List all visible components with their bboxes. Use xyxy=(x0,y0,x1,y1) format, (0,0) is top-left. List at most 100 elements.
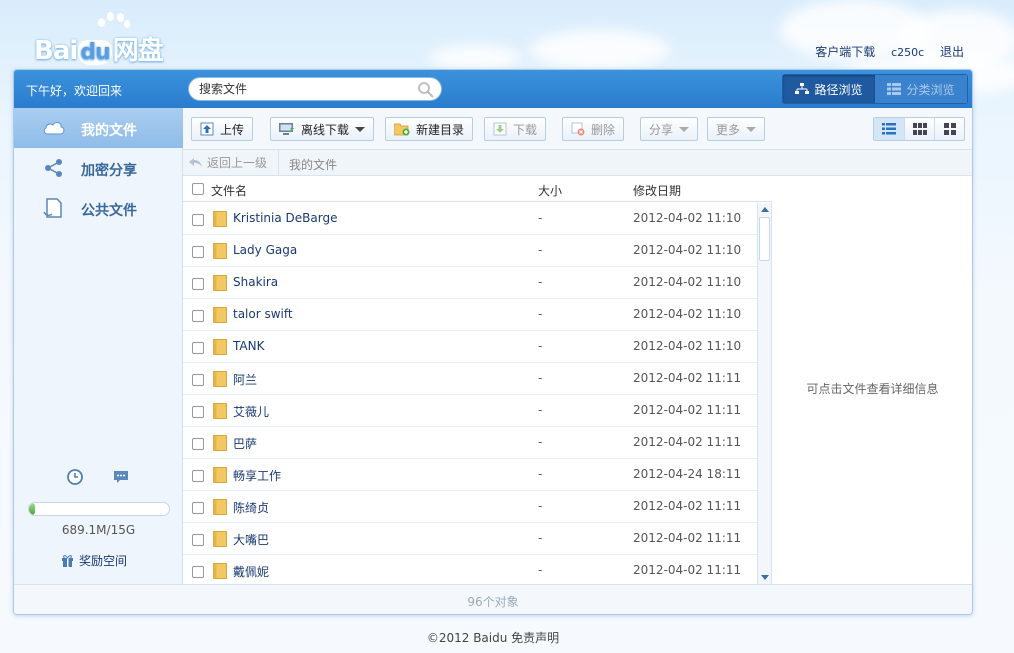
content-area: 上传 离线下载 新建目录 下载 删除 分享 更多 返回上一级 我的文件 文件名 … xyxy=(183,108,972,584)
more-label: 更多 xyxy=(716,122,741,137)
chevron-down-icon xyxy=(679,126,690,132)
folder-icon xyxy=(213,339,227,355)
table-row[interactable]: 戴佩妮 - 2012-04-02 11:11 xyxy=(183,555,757,584)
download-button[interactable]: 下载 xyxy=(484,117,547,141)
file-name[interactable]: 巴萨 xyxy=(233,435,257,452)
file-size: - xyxy=(538,339,543,353)
column-size[interactable]: 大小 xyxy=(538,182,562,199)
logout-link[interactable]: 退出 xyxy=(940,45,964,59)
table-row[interactable]: Lady Gaga - 2012-04-02 11:10 xyxy=(183,235,757,267)
file-table: 文件名 大小 修改日期 Kristinia DeBarge - 2012-04-02… xyxy=(183,176,772,584)
search-input[interactable] xyxy=(199,81,414,97)
table-row[interactable]: 巴萨 - 2012-04-02 11:11 xyxy=(183,427,757,459)
scroll-up-icon[interactable] xyxy=(761,207,769,212)
file-name[interactable]: Lady Gaga xyxy=(233,243,297,257)
row-checkbox[interactable] xyxy=(192,438,204,450)
file-name[interactable]: Kristinia DeBarge xyxy=(233,211,337,225)
column-name[interactable]: 文件名 xyxy=(211,182,247,199)
upload-button[interactable]: 上传 xyxy=(191,117,254,141)
file-name[interactable]: talor swift xyxy=(233,307,293,321)
file-name[interactable]: 戴佩妮 xyxy=(233,563,269,580)
list-icon xyxy=(887,83,902,95)
detail-pane: 可点击文件查看详细信息 xyxy=(773,176,972,584)
share-label: 分享 xyxy=(649,122,674,137)
grid-view-icon[interactable] xyxy=(904,118,934,140)
username-link[interactable]: c250c xyxy=(891,46,924,59)
reward-space-label: 奖励空间 xyxy=(79,554,128,568)
row-checkbox[interactable] xyxy=(192,374,204,386)
new-folder-button[interactable]: 新建目录 xyxy=(385,117,474,141)
table-row[interactable]: 大嘴巴 - 2012-04-02 11:11 xyxy=(183,523,757,555)
row-checkbox[interactable] xyxy=(192,278,204,290)
reward-space-link[interactable]: 奖励空间 xyxy=(61,552,127,569)
file-date: 2012-04-02 11:10 xyxy=(633,339,742,353)
table-row[interactable]: talor swift - 2012-04-02 11:10 xyxy=(183,299,757,331)
file-rows: Kristinia DeBarge - 2012-04-02 11:10 Lady G… xyxy=(183,203,757,584)
row-checkbox[interactable] xyxy=(192,246,204,258)
view-mode-tabs: 路径浏览 分类浏览 xyxy=(782,74,968,104)
share-button[interactable]: 分享 xyxy=(640,117,699,141)
back-arrow-icon xyxy=(189,157,202,167)
sidebar-item-public-files[interactable]: 公共文件 xyxy=(14,188,183,228)
offline-download-button[interactable]: 离线下载 xyxy=(270,117,375,141)
row-checkbox[interactable] xyxy=(192,534,204,546)
file-name[interactable]: 畅享工作 xyxy=(233,467,281,484)
file-name[interactable]: TANK xyxy=(233,339,264,353)
row-checkbox[interactable] xyxy=(192,342,204,354)
tree-icon xyxy=(795,83,810,94)
file-name[interactable]: 大嘴巴 xyxy=(233,531,269,548)
tab-path-view[interactable]: 路径浏览 xyxy=(783,75,875,103)
table-row[interactable]: Shakira - 2012-04-02 11:10 xyxy=(183,267,757,299)
chevron-down-icon xyxy=(746,126,757,132)
file-name[interactable]: 艾薇儿 xyxy=(233,403,269,420)
scroll-down-icon[interactable] xyxy=(761,575,769,580)
select-all-checkbox[interactable] xyxy=(192,183,204,195)
tab-path-view-label: 路径浏览 xyxy=(814,82,863,97)
table-row[interactable]: 艾薇儿 - 2012-04-02 11:11 xyxy=(183,395,757,427)
scrollbar[interactable] xyxy=(757,203,771,584)
client-download-link[interactable]: 客户端下载 xyxy=(815,45,875,59)
file-size: - xyxy=(538,467,543,481)
monitor-download-icon xyxy=(279,123,294,135)
delete-button[interactable]: 删除 xyxy=(562,117,625,141)
thumbnail-view-icon[interactable] xyxy=(934,118,964,140)
table-row[interactable]: TANK - 2012-04-02 11:10 xyxy=(183,331,757,363)
table-header: 文件名 大小 修改日期 xyxy=(183,176,772,202)
row-checkbox[interactable] xyxy=(192,502,204,514)
table-row[interactable]: 畅享工作 - 2012-04-24 18:11 xyxy=(183,459,757,491)
table-row[interactable]: 阿兰 - 2012-04-02 11:11 xyxy=(183,363,757,395)
table-row[interactable]: 陈绮贞 - 2012-04-02 11:11 xyxy=(183,491,757,523)
row-checkbox[interactable] xyxy=(192,566,204,578)
back-button[interactable]: 返回上一级 xyxy=(183,150,279,175)
sidebar-item-label: 加密分享 xyxy=(81,163,137,179)
row-checkbox[interactable] xyxy=(192,214,204,226)
file-size: - xyxy=(538,531,543,545)
file-date: 2012-04-02 11:10 xyxy=(633,275,742,289)
search-icon[interactable] xyxy=(417,81,435,99)
share-icon xyxy=(45,159,62,177)
file-name[interactable]: 阿兰 xyxy=(233,371,257,388)
more-button[interactable]: 更多 xyxy=(707,117,766,141)
row-checkbox[interactable] xyxy=(192,310,204,322)
tab-category-view[interactable]: 分类浏览 xyxy=(875,75,967,103)
file-name[interactable]: Shakira xyxy=(233,275,278,289)
file-size: - xyxy=(538,211,543,225)
toolbar: 上传 离线下载 新建目录 下载 删除 分享 更多 xyxy=(183,108,972,150)
file-date: 2012-04-02 11:11 xyxy=(633,403,742,417)
clock-icon[interactable] xyxy=(66,468,84,489)
message-icon[interactable] xyxy=(112,468,130,489)
file-name[interactable]: 陈绮贞 xyxy=(233,499,269,516)
sidebar-item-encrypted-share[interactable]: 加密分享 xyxy=(14,148,183,188)
folder-icon xyxy=(213,563,227,579)
column-modified[interactable]: 修改日期 xyxy=(633,182,681,199)
greeting-text: 下午好，欢迎回来 xyxy=(26,84,123,98)
list-view-icon[interactable] xyxy=(874,118,904,140)
row-checkbox[interactable] xyxy=(192,470,204,482)
baidu-pan-logo[interactable]: Bai du 网盘 xyxy=(34,12,194,66)
tab-category-view-label: 分类浏览 xyxy=(906,82,955,97)
table-row[interactable]: Kristinia DeBarge - 2012-04-02 11:10 xyxy=(183,203,757,235)
row-checkbox[interactable] xyxy=(192,406,204,418)
file-size: - xyxy=(538,499,543,513)
scrollbar-thumb[interactable] xyxy=(759,217,770,261)
sidebar-item-my-files[interactable]: 我的文件 xyxy=(14,108,183,148)
